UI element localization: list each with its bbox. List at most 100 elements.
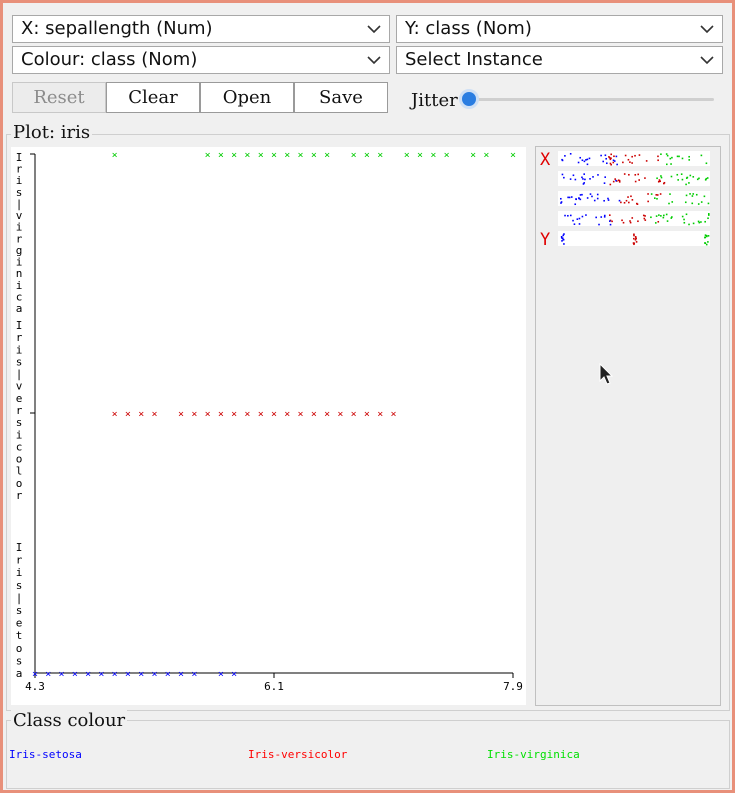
matrix-point	[615, 179, 617, 182]
data-point: ×	[430, 150, 436, 161]
matrix-point	[628, 201, 630, 204]
data-point: ×	[364, 409, 370, 420]
matrix-point	[647, 193, 649, 195]
matrix-point	[605, 162, 608, 165]
matrix-point	[615, 155, 618, 158]
matrix-point	[700, 221, 702, 223]
matrix-point	[647, 200, 649, 203]
matrix-point	[629, 220, 631, 222]
matrix-point	[562, 238, 565, 241]
matrix-point	[657, 159, 659, 162]
jitter-slider-track[interactable]	[469, 98, 714, 101]
matrix-cell	[558, 191, 710, 206]
data-point: ×	[45, 669, 51, 680]
matrix-point	[635, 241, 638, 243]
matrix-point	[573, 223, 576, 225]
data-point: ×	[510, 150, 516, 161]
matrix-point	[576, 218, 579, 220]
matrix-point	[625, 199, 628, 202]
data-point: ×	[324, 409, 330, 420]
data-point: ×	[311, 409, 317, 420]
matrix-point	[607, 197, 609, 200]
matrix-point	[586, 197, 589, 199]
data-point: ×	[337, 409, 343, 420]
jitter-slider-thumb[interactable]	[459, 89, 479, 109]
matrix-point	[567, 196, 569, 199]
data-point: ×	[125, 409, 131, 420]
matrix-point	[609, 183, 612, 186]
matrix-point	[560, 235, 563, 238]
legend-item-versicolor[interactable]: Iris-versicolor	[248, 748, 347, 761]
matrix-point	[574, 203, 577, 206]
data-point: ×	[231, 669, 237, 680]
matrix-point	[708, 213, 710, 215]
y-category-label: Ir i s | v e r s i c o l o r	[16, 319, 23, 502]
matrix-point	[603, 182, 606, 184]
matrix-point	[608, 214, 611, 216]
matrix-point	[579, 194, 582, 196]
matrix-point	[689, 193, 691, 195]
instance-select[interactable]: Select Instance	[396, 46, 723, 74]
matrix-point	[691, 202, 694, 205]
clear-button[interactable]: Clear	[106, 82, 200, 113]
matrix-point	[692, 176, 695, 178]
matrix-point	[704, 242, 706, 244]
matrix-point	[637, 173, 640, 176]
matrix-point	[660, 176, 663, 179]
matrix-point	[656, 177, 658, 180]
colour-select[interactable]: Colour: class (Nom)	[12, 46, 390, 74]
matrix-point	[579, 198, 582, 201]
x-axis-select[interactable]: X: sepallength (Num)	[12, 15, 390, 43]
matrix-point	[706, 177, 709, 179]
legend-item-setosa[interactable]: Iris-setosa	[9, 748, 82, 761]
matrix-point	[622, 221, 625, 224]
matrix-point	[596, 193, 599, 196]
x-marker: X	[540, 150, 551, 170]
matrix-point	[567, 214, 569, 217]
data-point: ×	[284, 409, 290, 420]
matrix-point	[593, 199, 596, 202]
matrix-point	[564, 155, 566, 157]
matrix-point	[570, 196, 573, 198]
scatter-plot[interactable]: 4.3 6.1 7.9 Ir i s | v i r g i n i c a Ir i s | v e r s i c o l o r Ir…	[11, 147, 526, 705]
y-axis-select[interactable]: Y: class (Nom)	[396, 15, 723, 43]
colour-select-value: Colour: class (Nom)	[21, 49, 198, 70]
matrix-point	[707, 235, 710, 237]
matrix-point	[644, 215, 646, 217]
y-marker: Y	[540, 230, 550, 250]
matrix-point	[600, 154, 602, 157]
data-point: ×	[178, 669, 184, 680]
data-point: ×	[218, 150, 224, 161]
matrix-point	[569, 214, 572, 217]
matrix-point	[635, 202, 638, 205]
matrix-point	[657, 155, 659, 158]
matrix-point	[691, 195, 694, 197]
data-point: ×	[138, 669, 144, 680]
data-point: ×	[112, 409, 118, 420]
reset-button[interactable]: Reset	[12, 82, 106, 113]
matrix-point	[634, 180, 637, 183]
matrix-point	[609, 223, 612, 226]
matrix-point	[612, 161, 615, 164]
save-button[interactable]: Save	[294, 82, 388, 113]
data-point: ×	[311, 150, 317, 161]
open-button[interactable]: Open	[200, 82, 294, 113]
data-point: ×	[205, 409, 211, 420]
matrix-point	[583, 173, 586, 175]
legend-item-virginica[interactable]: Iris-virginica	[487, 748, 580, 761]
matrix-point	[582, 178, 584, 180]
matrix-point	[680, 173, 683, 175]
matrix-point	[657, 220, 660, 223]
matrix-point	[633, 233, 635, 236]
matrix-point	[589, 178, 591, 180]
matrix-point	[655, 215, 658, 217]
matrix-point	[608, 220, 611, 222]
matrix-point	[689, 174, 692, 177]
matrix-point	[697, 220, 700, 223]
data-point: ×	[231, 409, 237, 420]
matrix-point	[622, 161, 624, 164]
matrix-point	[663, 214, 665, 217]
plot-panel-title: Plot: iris	[11, 122, 93, 143]
matrix-point	[629, 161, 631, 163]
matrix-point	[611, 220, 613, 223]
